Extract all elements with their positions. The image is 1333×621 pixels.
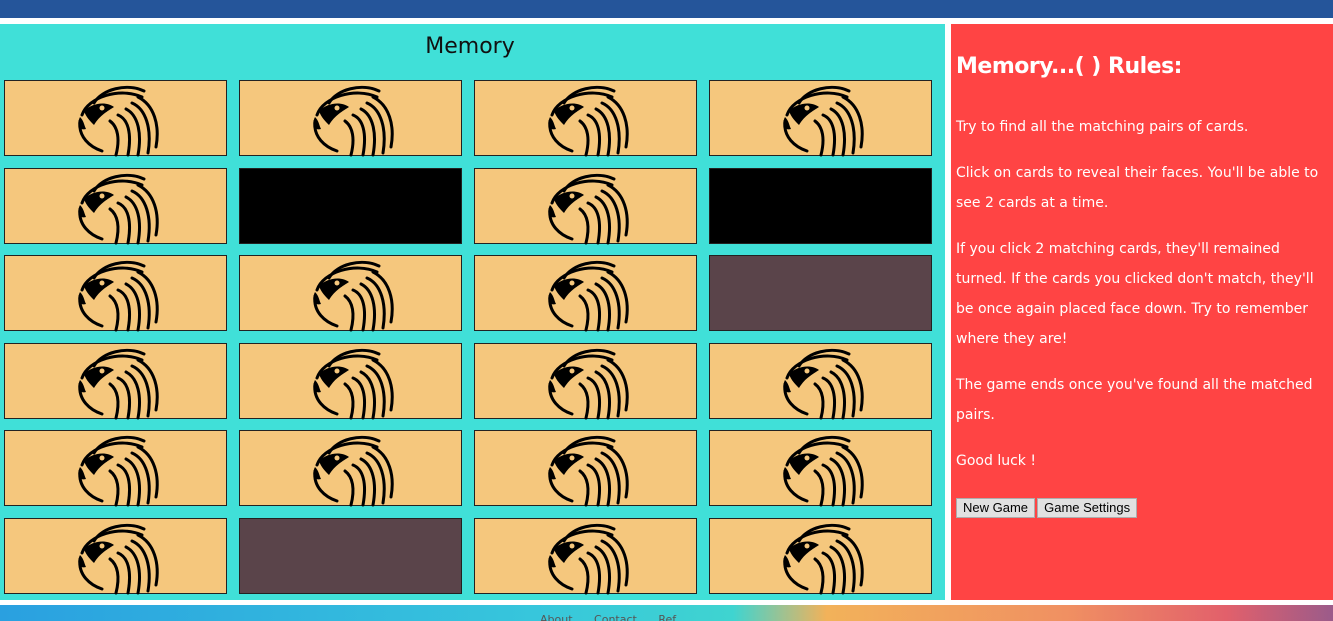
- memory-card[interactable]: [474, 343, 697, 420]
- game-title: Memory: [425, 34, 515, 59]
- memory-card[interactable]: [4, 168, 227, 245]
- memory-card[interactable]: [239, 430, 462, 507]
- memory-card[interactable]: [239, 343, 462, 420]
- footer-link-ref[interactable]: Ref: [658, 613, 676, 621]
- rules-paragraph: Good luck !: [956, 453, 1036, 469]
- game-settings-button[interactable]: Game Settings: [1037, 497, 1138, 518]
- memory-card[interactable]: [709, 255, 932, 331]
- memory-card[interactable]: [709, 343, 932, 420]
- game-panel: Memory: [0, 24, 945, 600]
- rules-paragraph: The game ends once you've found all the …: [956, 377, 1313, 423]
- button-group: New Game Game Settings: [956, 497, 1138, 518]
- top-bar: [0, 0, 1333, 18]
- rules-title: Memory...( ) Rules:: [956, 54, 1182, 79]
- memory-card[interactable]: [239, 168, 462, 244]
- memory-card[interactable]: [709, 518, 932, 595]
- rules-paragraph: Try to find all the matching pairs of ca…: [956, 119, 1249, 135]
- memory-card[interactable]: [239, 255, 462, 332]
- rules-panel: Memory...( ) Rules: Try to find all the …: [951, 24, 1333, 600]
- memory-card[interactable]: [4, 430, 227, 507]
- memory-card[interactable]: [709, 168, 932, 244]
- footer: About Contact Ref: [0, 605, 1333, 621]
- memory-card[interactable]: [474, 168, 697, 245]
- memory-card[interactable]: [474, 255, 697, 332]
- memory-card[interactable]: [709, 80, 932, 157]
- memory-card[interactable]: [4, 518, 227, 595]
- rules-paragraph: If you click 2 matching cards, they'll r…: [956, 241, 1314, 347]
- memory-card[interactable]: [709, 430, 932, 507]
- new-game-button[interactable]: New Game: [956, 497, 1036, 518]
- footer-link-contact[interactable]: Contact: [594, 613, 637, 621]
- memory-card[interactable]: [239, 80, 462, 157]
- footer-links: About Contact Ref: [540, 613, 694, 621]
- memory-card[interactable]: [474, 80, 697, 157]
- footer-link-about[interactable]: About: [540, 613, 573, 621]
- rules-paragraph: Click on cards to reveal their faces. Yo…: [956, 165, 1319, 211]
- memory-card[interactable]: [4, 343, 227, 420]
- memory-card[interactable]: [239, 518, 462, 594]
- memory-card[interactable]: [4, 255, 227, 332]
- rules-body: Try to find all the matching pairs of ca…: [956, 112, 1333, 492]
- memory-card[interactable]: [474, 518, 697, 595]
- memory-card[interactable]: [474, 430, 697, 507]
- memory-card[interactable]: [4, 80, 227, 157]
